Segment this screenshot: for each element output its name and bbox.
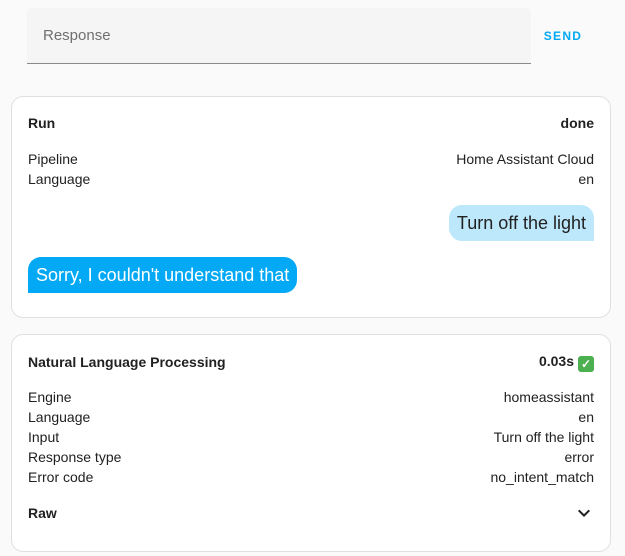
nlp-row-key: Error code: [28, 469, 94, 485]
run-card: Run done Pipeline Home Assistant Cloud L…: [11, 96, 611, 318]
run-row-language: Language en: [28, 169, 594, 189]
run-row-key: Language: [28, 171, 91, 187]
chevron-down-icon[interactable]: [572, 501, 596, 525]
nlp-duration-wrap: 0.03s ✓: [539, 351, 594, 372]
nlp-row-key: Engine: [28, 389, 72, 405]
nlp-row-value: no_intent_match: [490, 469, 594, 485]
assistant-message-bubble: Sorry, I couldn't understand that: [28, 257, 298, 293]
run-row-value: Home Assistant Cloud: [456, 151, 594, 167]
nlp-row-key: Language: [28, 409, 91, 425]
nlp-row-key: Input: [28, 429, 60, 445]
nlp-row-input: Input Turn off the light: [28, 427, 594, 447]
nlp-row-value: homeassistant: [503, 389, 594, 405]
nlp-header: Natural Language Processing 0.03s ✓: [28, 351, 594, 372]
raw-label: Raw: [28, 505, 57, 521]
nlp-row-value: en: [578, 409, 594, 425]
run-status: done: [560, 115, 594, 131]
nlp-row-value: Turn off the light: [493, 429, 594, 445]
run-row-key: Pipeline: [28, 151, 78, 167]
nlp-title: Natural Language Processing: [28, 353, 226, 370]
nlp-row-engine: Engine homeassistant: [28, 387, 594, 407]
nlp-card: Natural Language Processing 0.03s ✓ Engin…: [11, 334, 611, 552]
run-header: Run done: [28, 113, 594, 133]
run-row-value: en: [578, 171, 594, 187]
nlp-row-error-code: Error code no_intent_match: [28, 467, 594, 487]
user-message-bubble: Turn off the light: [448, 205, 594, 241]
check-icon: ✓: [578, 356, 594, 372]
raw-expander[interactable]: Raw: [28, 501, 594, 525]
nlp-duration: 0.03s: [538, 353, 574, 369]
nlp-row-response-type: Response type error: [28, 447, 594, 467]
response-field[interactable]: [27, 8, 531, 64]
nlp-row-key: Response type: [28, 449, 122, 465]
nlp-row-value: error: [564, 449, 594, 465]
send-button[interactable]: SEND: [536, 20, 590, 52]
nlp-row-language: Language en: [28, 407, 594, 427]
run-title: Run: [28, 115, 56, 131]
run-row-pipeline: Pipeline Home Assistant Cloud: [28, 149, 594, 169]
response-input[interactable]: [27, 8, 531, 63]
